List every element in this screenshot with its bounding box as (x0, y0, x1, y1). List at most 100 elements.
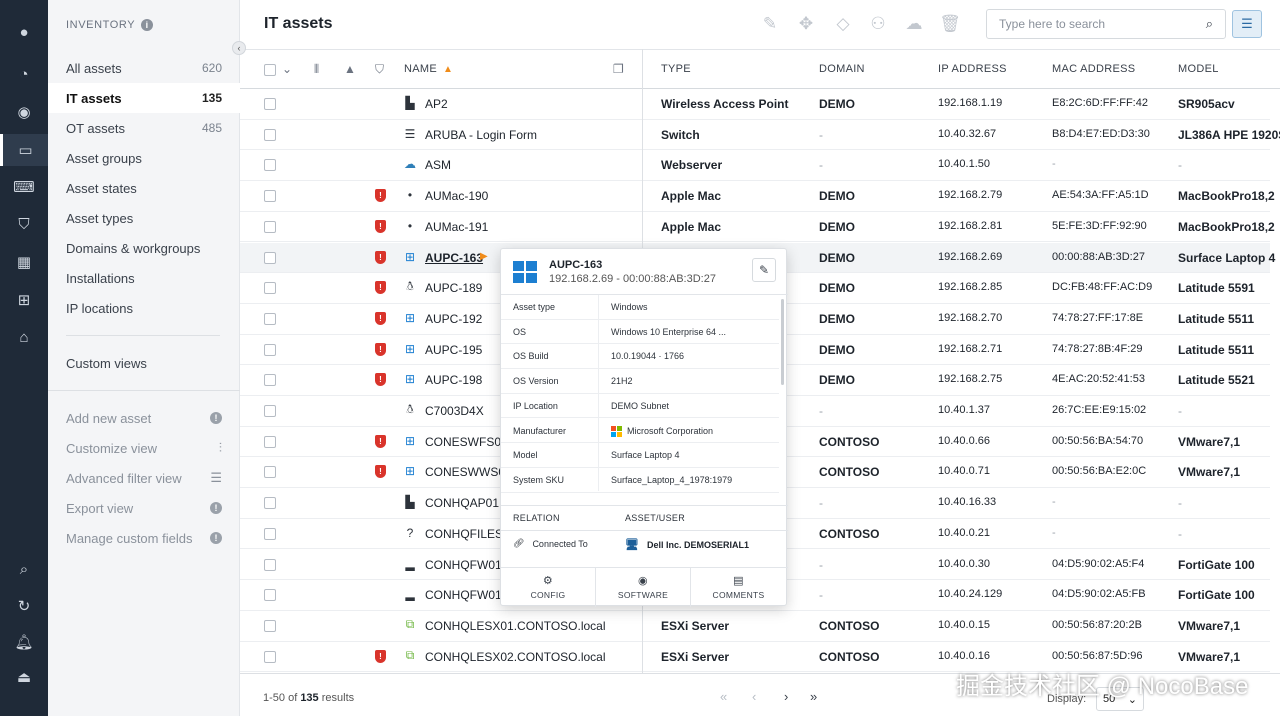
refresh-icon[interactable]: ↻ (12, 594, 36, 618)
table-row[interactable]: ☁ ASM Webserver - 10.40.1.50 - - (240, 150, 1270, 182)
group-icon[interactable]: ❐ (613, 62, 624, 76)
scan-icon[interactable]: ◉ (12, 100, 36, 124)
edit-button[interactable]: ✎ (752, 258, 776, 282)
logo-icon[interactable]: ● (12, 20, 36, 44)
column-header-domain[interactable]: DOMAIN (819, 63, 865, 75)
row-checkbox[interactable] (264, 312, 276, 325)
row-checkbox[interactable] (264, 589, 276, 602)
tab-comments[interactable]: ▤ COMMENTS (691, 567, 786, 607)
table-row[interactable]: ☰ ARUBA - Login Form Switch - 10.40.32.67 B8:… (240, 120, 1280, 151)
row-checkbox[interactable] (264, 190, 276, 203)
asset-name[interactable]: CONHQLESX01.CONTOSO.local (425, 619, 606, 633)
sidebar-item-asset-groups[interactable]: Asset groups (48, 143, 240, 173)
warning-icon[interactable]: ▲ (344, 62, 356, 76)
column-header-mac[interactable]: MAC ADDRESS (1052, 63, 1135, 75)
customize-view-button[interactable]: Customize view ⫶ (48, 433, 240, 463)
asset-name[interactable]: CONHQAP01 (425, 496, 499, 510)
inventory-icon[interactable]: ▭ (0, 134, 48, 166)
table-row[interactable]: ! • AUMac-191 Apple Mac DEMO 192.168.2.81 5E:F… (240, 212, 1275, 243)
caret-right-icon[interactable]: ▶ (480, 251, 488, 262)
row-checkbox[interactable] (264, 466, 276, 479)
collapse-sidebar-button[interactable]: ‹ (232, 41, 246, 55)
sidebar-item-installations[interactable]: Installations (48, 263, 240, 293)
sidebar-item-domains[interactable]: Domains & workgroups (48, 233, 240, 263)
tab-config[interactable]: ⚙ CONFIG (501, 567, 596, 607)
search-icon[interactable]: ⌕ (12, 557, 36, 581)
code-icon[interactable]: ⌨ (12, 175, 36, 199)
stack-icon[interactable]: ⫴ (314, 62, 319, 77)
alert-shield-icon[interactable]: ! (375, 373, 386, 387)
delete-icon[interactable]: 🗑︎ (939, 14, 961, 34)
chevron-down-icon[interactable]: ⌄ (282, 62, 292, 76)
asset-name[interactable]: AUPC-163 (425, 251, 483, 265)
sidebar-item-all-assets[interactable]: All assets 620 (48, 53, 240, 83)
alert-shield-icon[interactable]: ! (375, 465, 386, 479)
tab-software[interactable]: ◉ SOFTWARE (596, 567, 691, 607)
add-new-asset-button[interactable]: Add new asset ! (48, 403, 240, 433)
logout-icon[interactable]: ⏏ (12, 665, 36, 689)
notification-icon[interactable]: 🔔︎ (12, 630, 36, 654)
search-icon[interactable]: ⌕ (1206, 16, 1213, 32)
row-checkbox[interactable] (264, 128, 276, 141)
column-header-type[interactable]: TYPE (661, 63, 691, 75)
row-checkbox[interactable] (264, 435, 276, 448)
asset-name[interactable]: AUPC-195 (425, 343, 482, 357)
asset-name[interactable]: CONESWWS01 (425, 465, 512, 479)
first-page-icon[interactable]: « (720, 689, 727, 704)
manage-custom-fields-button[interactable]: Manage custom fields ! (48, 523, 240, 553)
row-checkbox[interactable] (264, 282, 276, 295)
column-header-name[interactable]: NAME ▲ (404, 63, 453, 75)
dashboard-icon[interactable]: ◔ (12, 62, 36, 86)
prev-page-icon[interactable]: ‹ (752, 689, 756, 704)
select-all-checkbox[interactable] (264, 64, 276, 76)
search-input[interactable] (999, 17, 1189, 31)
row-checkbox[interactable] (264, 343, 276, 356)
sidebar-item-it-assets[interactable]: IT assets 135 (48, 83, 240, 113)
row-checkbox[interactable] (264, 374, 276, 387)
row-checkbox[interactable] (264, 98, 276, 110)
info-icon[interactable]: i (141, 19, 154, 31)
row-checkbox[interactable] (264, 405, 276, 417)
store-icon[interactable]: ⌂ (12, 325, 36, 349)
alert-shield-icon[interactable]: ! (375, 434, 386, 448)
tag-icon[interactable]: ◇ (833, 14, 853, 34)
shield-icon[interactable]: ⛉ (375, 62, 384, 77)
sidebar-item-asset-types[interactable]: Asset types (48, 203, 240, 233)
asset-name[interactable]: AUMac-191 (425, 220, 488, 234)
last-page-icon[interactable]: » (810, 689, 817, 704)
filter-button[interactable]: ☰ (1232, 10, 1262, 38)
scan-asset-icon[interactable]: ✥ (796, 14, 816, 34)
sidebar-item-ip-locations[interactable]: IP locations (48, 293, 240, 323)
table-row[interactable]: ⧉ CONHQLESX01.CONTOSO.local ESXi Server CON… (240, 611, 1270, 642)
column-header-ip[interactable]: IP ADDRESS (938, 63, 1007, 75)
row-checkbox[interactable] (264, 650, 276, 663)
alert-shield-icon[interactable]: ! (375, 311, 386, 325)
next-page-icon[interactable]: › (784, 689, 788, 704)
row-checkbox[interactable] (264, 251, 276, 264)
table-row[interactable]: ▙ AP2 Wireless Access Point DEMO 192.168.1.1… (240, 89, 1270, 120)
alert-shield-icon[interactable]: ! (375, 342, 386, 356)
asset-name[interactable]: AUPC-198 (425, 373, 482, 387)
related-asset-link[interactable]: 🖥︎ Dell Inc. DEMOSERIAL1 (625, 538, 749, 551)
table-row[interactable]: ! • AUMac-190 Apple Mac DEMO 192.168.2.79 AE:5… (240, 181, 1275, 212)
alert-shield-icon[interactable]: ! (375, 219, 386, 233)
row-checkbox[interactable] (264, 558, 276, 571)
asset-name[interactable]: AP2 (425, 97, 448, 111)
advanced-filter-view-button[interactable]: Advanced filter view ☰ (48, 463, 240, 493)
row-checkbox[interactable] (264, 497, 276, 510)
row-checkbox[interactable] (264, 619, 276, 632)
export-view-button[interactable]: Export view ! (48, 493, 240, 523)
relation-icon[interactable]: ⚇ (868, 14, 888, 34)
asset-name[interactable]: AUPC-189 (425, 281, 482, 295)
asset-name[interactable]: AUMac-190 (425, 189, 488, 203)
row-checkbox[interactable] (264, 527, 276, 540)
asset-name[interactable]: CONHQLESX02.CONTOSO.local (425, 650, 606, 664)
network-icon[interactable]: ⊞ (12, 288, 36, 312)
asset-name[interactable]: CONESWFS01 (425, 435, 508, 449)
alert-shield-icon[interactable]: ! (375, 189, 386, 203)
sidebar-item-custom-views[interactable]: Custom views (48, 348, 240, 378)
row-checkbox[interactable] (264, 220, 276, 233)
asset-name[interactable]: ASM (425, 158, 451, 172)
sidebar-item-ot-assets[interactable]: OT assets 485 (48, 113, 240, 143)
asset-name[interactable]: AUPC-192 (425, 312, 482, 326)
